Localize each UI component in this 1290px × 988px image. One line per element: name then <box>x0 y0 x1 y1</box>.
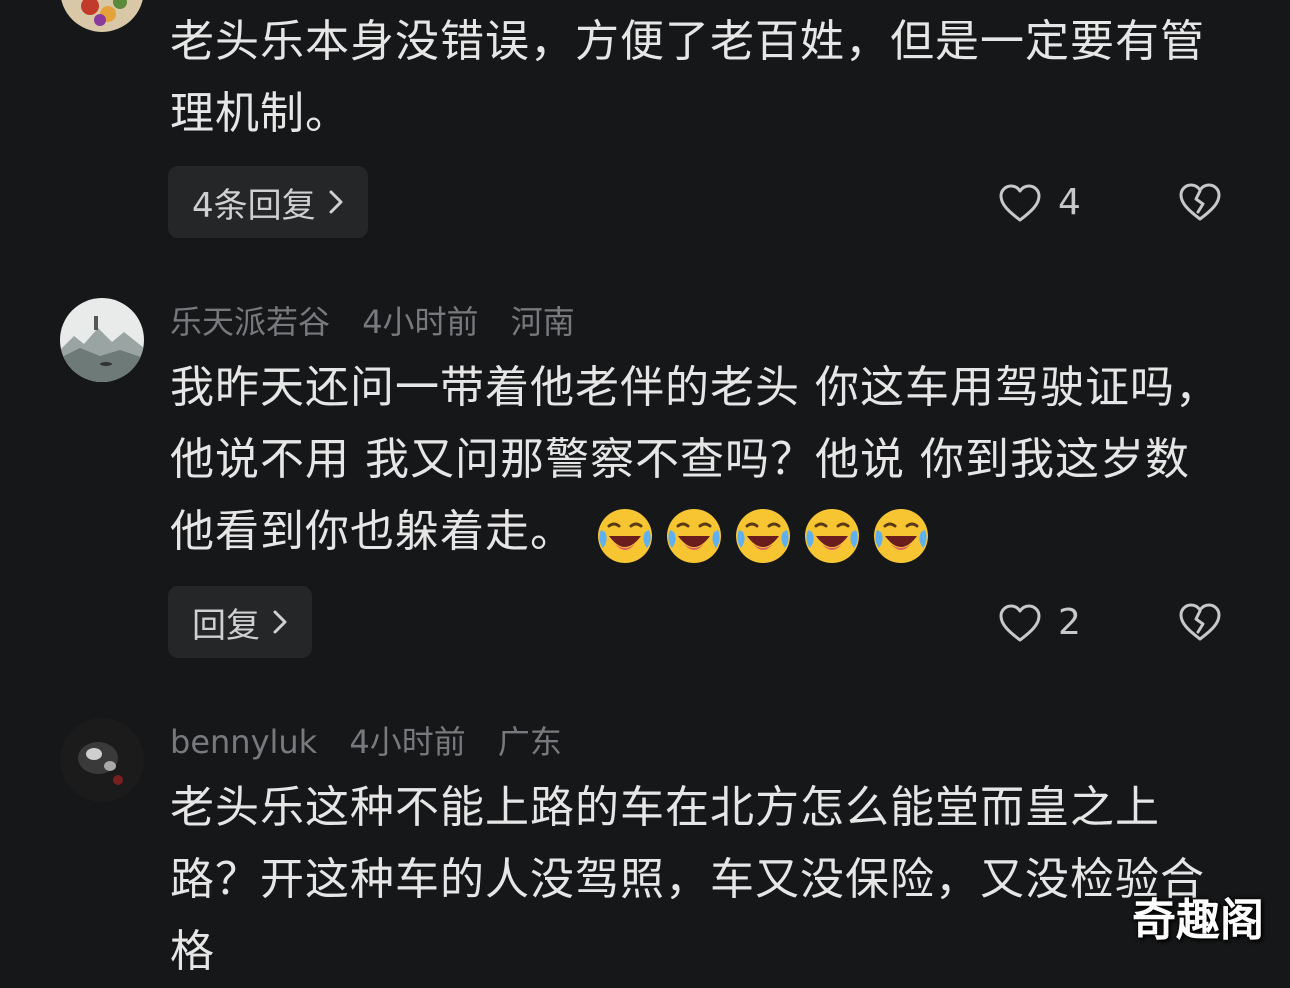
loudly-crying-laughing-emoji <box>598 509 652 563</box>
timestamp: 4小时前 <box>362 303 479 341</box>
heart-icon <box>999 184 1041 221</box>
location: 河南 <box>510 303 575 341</box>
comment-meta: bennyluk 4小时前 广东 <box>170 722 584 762</box>
loudly-crying-laughing-emoji <box>736 509 790 563</box>
username[interactable]: 乐天派若谷 <box>170 303 330 341</box>
avatar[interactable] <box>60 718 144 802</box>
broken-heart-icon <box>1179 603 1221 641</box>
loudly-crying-laughing-emoji <box>805 509 859 563</box>
chevron-right-icon <box>273 610 287 634</box>
like-count: 4 <box>1058 182 1081 223</box>
emoji-row <box>595 498 940 570</box>
avatar[interactable] <box>60 298 144 382</box>
dislike-button[interactable] <box>1178 602 1222 642</box>
reply-button[interactable]: 回复 <box>168 586 312 658</box>
avatar[interactable] <box>60 0 144 32</box>
like-count: 2 <box>1058 602 1081 643</box>
comment-meta: 乐天派若谷 4小时前 河南 <box>170 302 597 342</box>
like-button[interactable]: 4 <box>998 182 1081 223</box>
comment-text: 我昨天还问一带着他老伴的老头 你这车用驾驶证吗，他说不用 我又问那警察不查吗？他… <box>170 352 1240 570</box>
location: 广东 <box>497 723 562 761</box>
like-button[interactable]: 2 <box>998 602 1081 643</box>
reply-label: 回复 <box>192 605 260 646</box>
loudly-crying-laughing-emoji <box>874 509 928 563</box>
broken-heart-icon <box>1179 183 1221 221</box>
dislike-button[interactable] <box>1178 182 1222 222</box>
timestamp: 4小时前 <box>349 723 466 761</box>
view-replies-button[interactable]: 4条回复 <box>168 166 368 238</box>
heart-icon <box>999 604 1041 641</box>
comment-text: 老头乐本身没错误，方便了老百姓，但是一定要有管理机制。 <box>170 16 1205 139</box>
chevron-right-icon <box>329 190 343 214</box>
reply-label: 4条回复 <box>192 185 316 226</box>
comment-text: 老头乐这种不能上路的车在北方怎么能堂而皇之上路？开这种车的人没驾照，车又没保险，… <box>170 782 1205 977</box>
username[interactable]: bennyluk <box>170 723 317 761</box>
loudly-crying-laughing-emoji <box>667 509 721 563</box>
watermark: 奇趣阁 <box>1132 895 1264 946</box>
